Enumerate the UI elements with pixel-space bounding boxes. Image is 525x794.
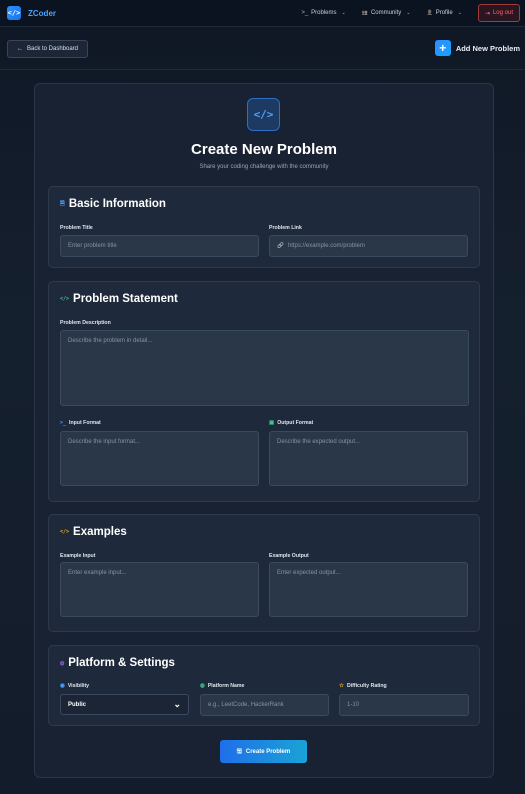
basic-information-section: 🗎 Basic Information Problem Title Enter …: [48, 186, 480, 268]
nav-profile-label: Profile: [435, 10, 453, 16]
visibility-label: ◉ Visibility: [60, 683, 89, 689]
sub-header: ← Back to Dashboard + Add New Problem: [0, 28, 525, 70]
platform-name-label: ◍ Platform Name: [200, 683, 244, 689]
label-text: Problem Link: [269, 225, 302, 231]
placeholder: Describe the problem in detail...: [68, 338, 153, 344]
users-icon: 👥: [361, 10, 368, 16]
nav-problems-label: Problems: [311, 10, 337, 16]
top-nav: </> ZCoder >_ Problems ⌄ 👥 Community ⌄ 👤…: [0, 0, 525, 27]
difficulty-rating-input[interactable]: 1-10: [339, 694, 469, 716]
nav-community-label: Community: [370, 10, 402, 16]
chevron-down-icon: ⌄: [341, 10, 346, 16]
nav-profile[interactable]: 👤 Profile ⌄: [426, 10, 461, 16]
code-icon: </>: [60, 529, 70, 535]
save-icon: 🖫: [236, 748, 242, 755]
placeholder: e.g., LeetCode, HackerRank: [208, 702, 284, 708]
star-icon: ☆: [339, 683, 344, 689]
arrow-left-icon: ←: [16, 46, 23, 52]
page-subtitle: Share your coding challenge with the com…: [199, 164, 329, 170]
example-input-textarea[interactable]: Enter example input...: [60, 562, 259, 617]
logout-label: Log out: [492, 10, 513, 16]
logo-icon[interactable]: </>: [7, 6, 21, 20]
visibility-select[interactable]: Public ⌄: [60, 694, 189, 715]
add-new-problem[interactable]: + Add New Problem: [434, 40, 520, 56]
example-output-label: Example Output: [269, 553, 309, 559]
label-text: Example Output: [269, 553, 309, 559]
output-format-textarea[interactable]: Describe the expected output...: [269, 431, 468, 486]
chevron-down-icon: ⌄: [173, 699, 181, 709]
placeholder: Describe the input format...: [68, 439, 141, 445]
example-input-label: Example Input: [60, 553, 95, 559]
add-new-problem-label: Add New Problem: [455, 43, 520, 53]
label-text: Input Format: [69, 420, 101, 426]
section-title: 🗎 Basic Information: [60, 198, 166, 210]
section-title-text: Platform & Settings: [68, 657, 175, 669]
back-to-dashboard-button[interactable]: ← Back to Dashboard: [7, 40, 88, 58]
label-text: Problem Title: [60, 225, 93, 231]
create-problem-card: </> Create New Problem Share your coding…: [34, 83, 494, 778]
logout-button[interactable]: ⇥ Log out: [477, 4, 520, 22]
output-format-label: ▣ Output Format: [269, 420, 313, 426]
platform-name-input[interactable]: e.g., LeetCode, HackerRank: [200, 694, 329, 716]
placeholder: 1-10: [347, 702, 360, 708]
section-title-text: Examples: [73, 526, 127, 538]
globe-icon: ◍: [200, 683, 205, 689]
label-text: Visibility: [67, 683, 90, 689]
input-format-label: >_ Input Format: [60, 420, 101, 426]
code-icon: </>: [247, 98, 280, 131]
problem-link-label: Problem Link: [269, 225, 302, 231]
nav-problems[interactable]: >_ Problems ⌄: [301, 10, 345, 16]
label-text: Platform Name: [207, 683, 245, 689]
nav-menu: >_ Problems ⌄ 👥 Community ⌄ 👤 Profile ⌄ …: [301, 3, 520, 23]
placeholder: Enter expected output...: [277, 570, 341, 576]
placeholder: Describe the expected output...: [277, 439, 361, 445]
output-icon: ▣: [269, 420, 275, 426]
code-icon: </>: [60, 296, 70, 302]
document-icon: 🗎: [60, 200, 65, 207]
section-title: </> Problem Statement: [60, 293, 178, 305]
plus-icon: +: [434, 40, 451, 56]
terminal-icon: >_: [60, 420, 67, 426]
selected-value: Public: [68, 701, 87, 708]
section-title: ◍ Platform & Settings: [60, 657, 175, 669]
difficulty-rating-label: ☆ Difficulty Rating: [339, 683, 387, 689]
placeholder: Enter example input...: [68, 570, 127, 576]
problem-link-input[interactable]: 🔗 https://example.com/problem: [269, 235, 468, 257]
create-problem-label: Create Problem: [245, 748, 291, 755]
problem-description-textarea[interactable]: Describe the problem in detail...: [60, 330, 469, 406]
page-title: Create New Problem: [191, 141, 337, 158]
back-label: Back to Dashboard: [26, 46, 79, 52]
create-problem-button[interactable]: 🖫 Create Problem: [220, 740, 307, 763]
placeholder: https://example.com/problem: [287, 243, 365, 249]
label-text: Difficulty Rating: [346, 683, 387, 689]
label-text: Output Format: [277, 420, 314, 426]
problem-description-label: Problem Description: [60, 320, 111, 326]
link-icon: 🔗: [277, 243, 284, 249]
label-text: Problem Description: [60, 320, 111, 326]
chevron-down-icon: ⌄: [406, 10, 411, 16]
examples-section: </> Examples Example Input Enter example…: [48, 514, 480, 632]
chevron-down-icon: ⌄: [457, 10, 462, 16]
problem-title-input[interactable]: Enter problem title: [60, 235, 259, 257]
globe-icon: ◍: [60, 659, 65, 667]
brand-name[interactable]: ZCoder: [28, 9, 56, 18]
example-output-textarea[interactable]: Enter expected output...: [269, 562, 468, 617]
label-text: Example Input: [60, 553, 96, 559]
input-format-textarea[interactable]: Describe the input format...: [60, 431, 259, 486]
eye-icon: ◉: [60, 683, 65, 689]
problem-title-label: Problem Title: [60, 225, 93, 231]
section-title-text: Basic Information: [68, 198, 166, 210]
terminal-icon: >_: [301, 10, 309, 16]
section-title-text: Problem Statement: [73, 293, 178, 305]
nav-community[interactable]: 👥 Community ⌄: [362, 10, 411, 16]
user-icon: 👤: [426, 10, 433, 16]
section-title: </> Examples: [60, 526, 127, 538]
problem-statement-section: </> Problem Statement Problem Descriptio…: [48, 281, 480, 502]
placeholder: Enter problem title: [68, 243, 117, 249]
logout-icon: ⇥: [484, 10, 490, 17]
platform-settings-section: ◍ Platform & Settings ◉ Visibility Publi…: [48, 645, 480, 726]
